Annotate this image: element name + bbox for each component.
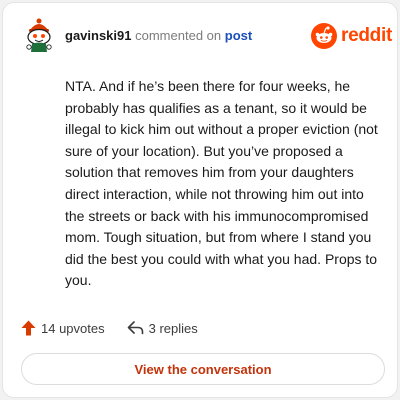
user-avatar-icon[interactable] xyxy=(21,17,57,53)
reddit-snoo-icon xyxy=(311,23,337,49)
replies-button[interactable]: 3 replies xyxy=(127,321,198,336)
comment-actions: 14 upvotes 3 replies xyxy=(21,320,198,336)
commented-on-text: commented on xyxy=(135,28,222,43)
replies-count: 3 replies xyxy=(148,320,198,336)
upvote-button[interactable]: 14 upvotes xyxy=(21,320,105,336)
view-conversation-button[interactable]: View the conversation xyxy=(21,353,385,385)
post-link[interactable]: post xyxy=(225,28,252,43)
comment-byline: gavinski91 commented on post xyxy=(65,28,252,43)
upvote-count: 14 upvotes xyxy=(41,320,105,336)
upvote-arrow-icon xyxy=(21,320,36,336)
comment-body: NTA. And if he’s been there for four wee… xyxy=(65,78,378,289)
comment-card: gavinski91 commented on post reddit NTA.… xyxy=(2,2,398,398)
reddit-wordmark: reddit xyxy=(341,25,392,46)
reply-arrow-icon xyxy=(127,321,143,335)
reddit-logo[interactable]: reddit xyxy=(311,23,392,49)
username-link[interactable]: gavinski91 xyxy=(65,28,132,43)
